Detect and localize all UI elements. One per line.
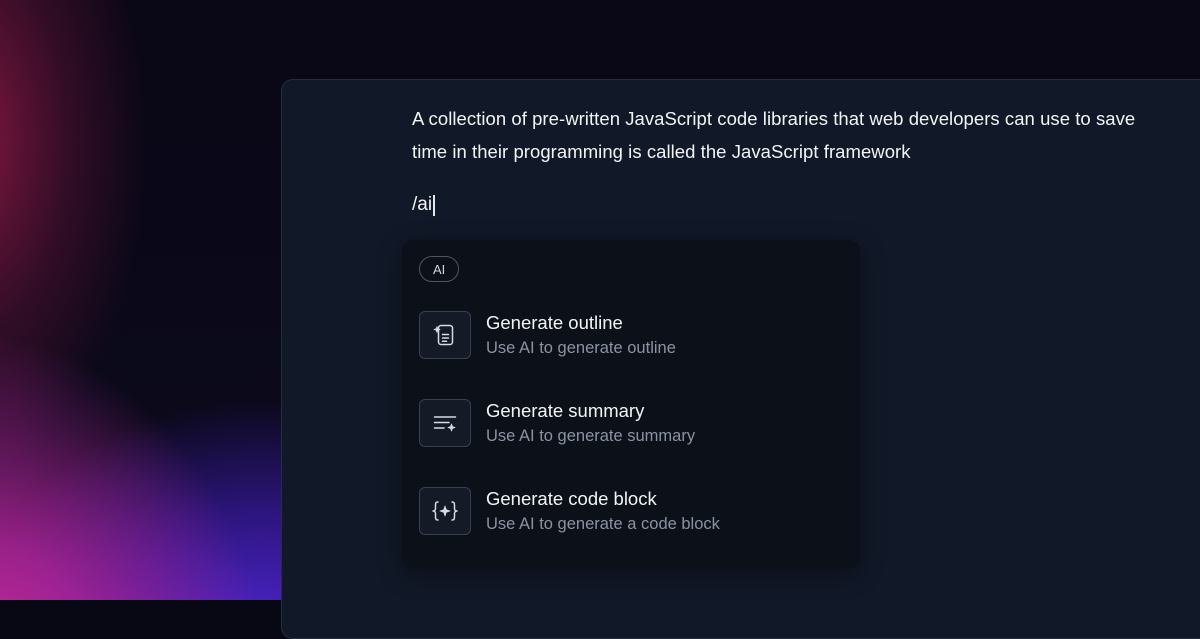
code-braces-sparkle-icon [419,487,471,535]
ai-section-badge: AI [419,256,460,282]
slash-command-text: /ai [412,194,433,215]
menu-item-description: Use AI to generate a code block [486,515,720,533]
editor-paragraph[interactable]: A collection of pre-written JavaScript c… [412,102,1152,168]
ai-command-menu: AI Generate outline Use AI to generate o… [402,240,860,568]
menu-item-title: Generate summary [486,400,645,421]
text-caret [433,194,435,216]
menu-item-title: Generate outline [486,312,623,333]
editor-panel: A collection of pre-written JavaScript c… [281,79,1200,639]
summary-sparkle-icon [419,399,471,447]
menu-item-title: Generate code block [486,488,657,509]
menu-item-generate-code-block[interactable]: Generate code block Use AI to generate a… [419,483,839,539]
menu-item-description: Use AI to generate summary [486,427,696,445]
menu-item-generate-outline[interactable]: Generate outline Use AI to generate outl… [419,307,839,363]
outline-sparkle-icon [419,311,471,359]
slash-command-line[interactable]: /ai [412,190,435,220]
menu-item-generate-summary[interactable]: Generate summary Use AI to generate summ… [419,395,839,451]
menu-item-description: Use AI to generate outline [486,339,676,357]
